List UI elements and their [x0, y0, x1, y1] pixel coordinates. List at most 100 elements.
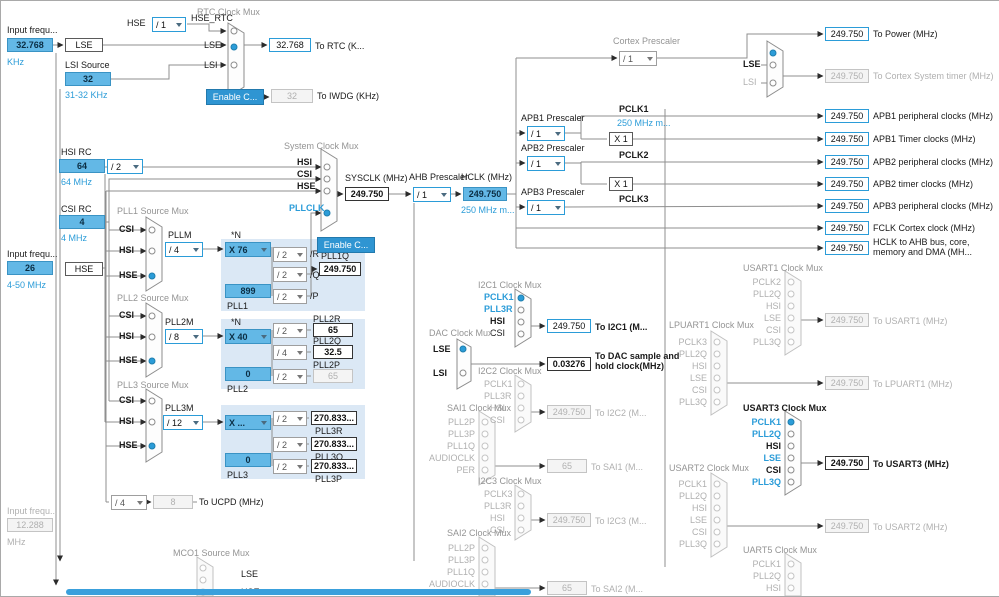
chevron-down-icon: [261, 247, 267, 252]
to-lpuart1-label: To LPUART1 (MHz): [873, 379, 953, 389]
ucpd-divider-value: / 4: [115, 497, 126, 508]
hclk-value-field[interactable]: 249.750: [463, 187, 507, 201]
i2c1-clock-mux-shape[interactable]: [514, 288, 532, 348]
apb3-prescaler-dropdown[interactable]: / 1: [527, 200, 565, 215]
pll1-n-dropdown[interactable]: X 76: [225, 242, 271, 257]
pll2-q-dropdown[interactable]: / 4: [273, 345, 307, 360]
cortex-prescaler-dropdown[interactable]: / 1: [619, 51, 657, 66]
pll3-q-dropdown[interactable]: / 2: [273, 437, 307, 452]
sai1-input-pll1q: PLL1Q: [446, 441, 475, 451]
hse-input-freq-field[interactable]: 26: [7, 261, 53, 275]
pll3-name-label: PLL3: [227, 470, 249, 480]
lsi-value-field[interactable]: 32: [65, 72, 111, 86]
i2c3-clock-mux-shape[interactable]: [514, 484, 532, 541]
pll1-p-dropdown[interactable]: / 2: [273, 289, 307, 304]
lpuart1-mux-title: LPUART1 Clock Mux: [669, 320, 754, 330]
ucpd-divider-dropdown[interactable]: / 4: [111, 495, 147, 510]
to-sai1-label: To SAI1 (M...: [591, 462, 644, 472]
hsi-divider-dropdown[interactable]: / 2: [107, 159, 143, 174]
pll2-r-dropdown[interactable]: / 2: [273, 323, 307, 338]
rtc-hse-divider-dropdown[interactable]: / 1: [152, 17, 186, 32]
cortex-mux-shape[interactable]: [766, 40, 784, 98]
pll2-n-value: X 40: [229, 331, 248, 342]
pll1-p-value: / 2: [277, 291, 288, 302]
ahb-prescaler-dropdown[interactable]: / 1: [413, 187, 451, 202]
pll3-input-hsi: HSI: [119, 416, 135, 426]
usart2-input-pll2q: PLL2Q: [678, 491, 707, 501]
pll3-input-csi: CSI: [119, 395, 135, 405]
apb1-timer-label: APB1 Timer clocks (MHz): [873, 134, 976, 144]
pll1-r-dropdown[interactable]: / 2: [273, 247, 307, 262]
rtc-hse-divider-value: / 1: [156, 19, 167, 30]
pll1-n-value: X 76: [229, 244, 248, 255]
usart1-clock-mux-shape[interactable]: [784, 270, 802, 356]
chevron-down-icon: [441, 192, 447, 197]
apb3-prescaler-label: APB3 Prescaler: [521, 187, 585, 197]
pll1-m-dropdown[interactable]: / 4: [165, 242, 203, 257]
pll1-n-label: *N: [231, 230, 242, 240]
pll2-p-value: / 2: [277, 371, 288, 382]
hclk-note: 250 MHz m...: [461, 205, 515, 215]
pll2-source-mux-shape[interactable]: [145, 302, 163, 378]
lpuart1-clock-mux-shape[interactable]: [710, 330, 728, 416]
pclk2-label: PCLK2: [619, 150, 649, 160]
lse-input-freq-field[interactable]: 32.768: [7, 38, 53, 52]
pll3-source-mux-shape[interactable]: [145, 388, 163, 463]
pll2-p-dropdown[interactable]: / 2: [273, 369, 307, 384]
pll3-p-dropdown[interactable]: / 2: [273, 459, 307, 474]
i2c3-output-value: 249.750: [547, 513, 591, 527]
horizontal-scrollbar-thumb[interactable]: [66, 589, 531, 595]
apb1-prescaler-dropdown[interactable]: / 1: [527, 126, 565, 141]
pll2-m-value: / 8: [169, 331, 180, 342]
usart3-input-pclk1: PCLK1: [751, 417, 781, 427]
css-enable-button[interactable]: Enable C...: [317, 237, 375, 253]
uart5-clock-mux-shape[interactable]: [784, 552, 802, 596]
pll2-n-dropdown[interactable]: X 40: [225, 329, 271, 344]
hsi-rc-label: HSI RC: [61, 147, 92, 157]
sai2-input-audioclk: AUDIOCLK: [428, 579, 475, 589]
apb1-prescaler-value: / 1: [531, 128, 542, 139]
usart2-clock-mux-shape[interactable]: [710, 472, 728, 558]
sai2-input-pll2p: PLL2P: [447, 543, 475, 553]
pll1-fracn-field[interactable]: 899: [225, 284, 271, 298]
pll3m-label: PLL3M: [165, 403, 194, 413]
dac-clock-mux-shape[interactable]: [456, 338, 472, 390]
chevron-down-icon: [555, 161, 561, 166]
usart3-clock-mux-shape[interactable]: [784, 410, 802, 496]
csi-value-field[interactable]: 4: [59, 215, 105, 229]
pll2-input-hsi: HSI: [119, 331, 135, 341]
lpuart1-input-pclk3: PCLK3: [678, 337, 707, 347]
sys-input-hsi: HSI: [297, 157, 313, 167]
i2c1-input-pll3r: PLL3R: [484, 304, 513, 314]
pll3-p-value: / 2: [277, 461, 288, 472]
lpuart1-output-value: 249.750: [825, 376, 869, 390]
apb2-prescaler-dropdown[interactable]: / 1: [527, 156, 565, 171]
i2c1-input-pclk1: PCLK1: [484, 292, 514, 302]
apb2-timer-label: APB2 timer clocks (MHz): [873, 179, 974, 189]
pll3-r-dropdown[interactable]: / 2: [273, 411, 307, 426]
pll1-m-value: / 4: [169, 244, 180, 255]
lpuart1-input-pll3q: PLL3Q: [678, 397, 707, 407]
hse-input-freq-label: Input frequ...: [7, 249, 58, 259]
chevron-down-icon: [297, 374, 303, 379]
pll3r-value: 270.833...: [311, 411, 357, 425]
pll3-fracn-field[interactable]: 0: [225, 453, 271, 467]
rtc-clock-mux-shape[interactable]: [227, 22, 245, 98]
fclk-value: 249.750: [825, 221, 869, 235]
hsi-value-field[interactable]: 64: [59, 159, 105, 173]
pll3-n-dropdown[interactable]: X ...: [225, 415, 271, 430]
sai2-clock-mux-shape[interactable]: [478, 536, 496, 596]
pll2-fracn-field[interactable]: 0: [225, 367, 271, 381]
chevron-down-icon: [297, 416, 303, 421]
hse-input-freq-range: 4-50 MHz: [7, 280, 47, 290]
i2c3-input-pclk3: PCLK3: [484, 489, 513, 499]
i2c2-clock-mux-shape[interactable]: [514, 374, 532, 433]
pll1-q-dropdown[interactable]: / 2: [273, 267, 307, 282]
rtc-enable-button[interactable]: Enable C...: [206, 89, 264, 105]
pll3-m-dropdown[interactable]: / 12: [163, 415, 203, 430]
system-clock-mux-shape[interactable]: [320, 148, 338, 232]
to-usart2-label: To USART2 (MHz): [873, 522, 948, 532]
chevron-down-icon: [555, 131, 561, 136]
pll1-source-mux-shape[interactable]: [145, 216, 163, 292]
pll2-m-dropdown[interactable]: / 8: [165, 329, 203, 344]
